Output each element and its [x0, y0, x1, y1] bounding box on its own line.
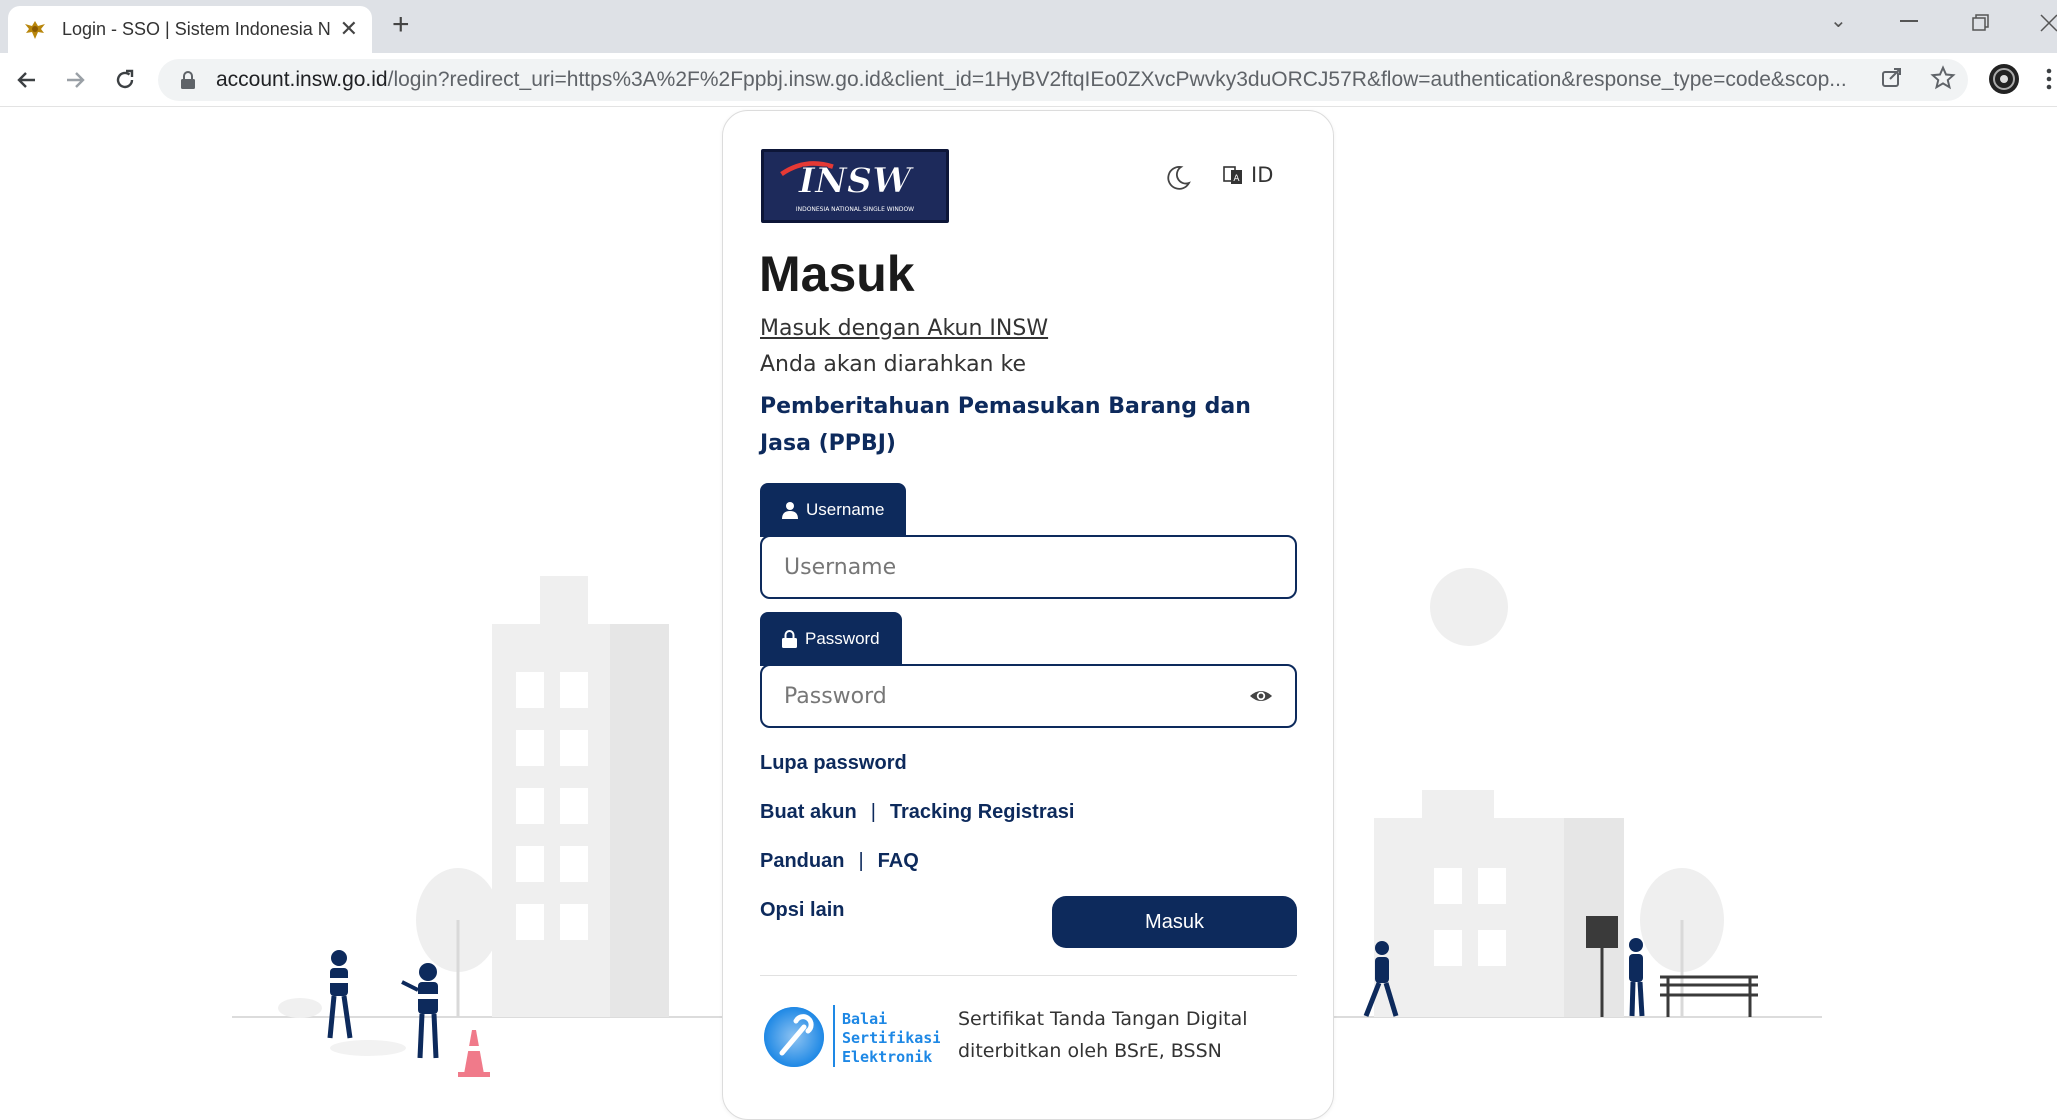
bsre-logo: Balai Sertifikasi Elektronik: [764, 1005, 940, 1067]
language-code: ID: [1251, 163, 1274, 187]
username-label: Username: [806, 500, 885, 519]
tab-title: Login - SSO | Sistem Indonesia N: [62, 19, 330, 39]
svg-text:Sertifikasi: Sertifikasi: [842, 1029, 940, 1047]
separator: |: [858, 850, 864, 872]
url-host: account.insw.go.id: [216, 68, 388, 91]
worker-figure-left: [327, 950, 353, 1039]
create-account-link[interactable]: Buat akun: [760, 801, 857, 823]
menu-kebab-icon[interactable]: [2046, 67, 2052, 95]
minimize-icon[interactable]: [1900, 20, 1918, 24]
show-password-eye-icon[interactable]: [1249, 684, 1273, 708]
login-submit-button[interactable]: Masuk: [1052, 896, 1297, 948]
right-building: [1374, 790, 1624, 1017]
username-input[interactable]: [784, 554, 1273, 580]
reload-icon[interactable]: [110, 65, 140, 95]
certificate-line-2: diterbitkan oleh BSrE, BSSN: [958, 1040, 1222, 1062]
browser-tab[interactable]: Login - SSO | Sistem Indonesia N ✕: [8, 6, 372, 53]
other-options-row: Opsi lain: [760, 899, 844, 922]
password-input[interactable]: [784, 683, 1249, 709]
address-bar[interactable]: account.insw.go.id/login?redirect_uri=ht…: [158, 59, 1968, 101]
translate-icon: A: [1223, 166, 1242, 184]
url-path: /login?redirect_uri=https%3A%2F%2Fppbj.i…: [387, 68, 1847, 91]
sun-circle: [1430, 568, 1508, 646]
standing-person: [1629, 938, 1645, 1017]
guide-link[interactable]: Panduan: [760, 850, 844, 872]
traffic-cone: [458, 1030, 490, 1077]
svg-text:A: A: [1233, 174, 1240, 184]
login-card: INSW INDONESIA NATIONAL SINGLE WINDOW A …: [722, 110, 1334, 1120]
svg-text:INSW: INSW: [798, 160, 915, 201]
share-icon[interactable]: [1880, 65, 1904, 93]
password-label-tab: Password: [760, 612, 902, 666]
back-arrow-icon[interactable]: [12, 65, 42, 95]
redirect-text: Anda akan diarahkan ke: [760, 352, 1026, 377]
language-switcher[interactable]: A ID: [1223, 163, 1273, 187]
page-title: Masuk: [759, 246, 915, 302]
garuda-favicon-icon: [25, 20, 45, 39]
username-field[interactable]: [760, 535, 1297, 599]
left-building: [492, 576, 669, 1017]
other-options-link[interactable]: Opsi lain: [760, 899, 844, 921]
svg-text:Balai: Balai: [842, 1010, 887, 1028]
password-label: Password: [805, 629, 880, 648]
svg-text:INDONESIA NATIONAL SINGLE WIND: INDONESIA NATIONAL SINGLE WINDOW: [796, 206, 914, 213]
browser-toolbar: account.insw.go.id/login?redirect_uri=ht…: [0, 53, 2057, 107]
forgot-password-row: Lupa password: [760, 752, 907, 775]
certificate-line-1: Sertifikat Tanda Tangan Digital: [958, 1008, 1248, 1030]
restore-icon[interactable]: [1972, 14, 1990, 32]
profile-avatar[interactable]: [1988, 63, 2020, 99]
worker-figure-right: [401, 963, 439, 1059]
bookmark-star-icon[interactable]: [1930, 65, 1956, 95]
username-label-tab: Username: [760, 483, 907, 537]
svg-text:Elektronik: Elektronik: [842, 1048, 932, 1066]
browser-tab-bar: Login - SSO | Sistem Indonesia N ✕ + ⌄: [0, 0, 2057, 53]
dark-mode-moon-icon[interactable]: [1163, 163, 1193, 193]
tab-search-chevron-icon[interactable]: ⌄: [1830, 8, 1847, 33]
insw-account-link[interactable]: Masuk dengan Akun INSW: [760, 316, 1048, 341]
target-app-name: Pemberitahuan Pemasukan Barang dan Jasa …: [760, 394, 1251, 456]
tracking-registration-link[interactable]: Tracking Registrasi: [890, 801, 1075, 823]
forgot-password-link[interactable]: Lupa password: [760, 752, 907, 774]
lock-icon[interactable]: [180, 71, 196, 89]
separator: |: [870, 801, 876, 823]
url-text[interactable]: account.insw.go.id/login?redirect_uri=ht…: [216, 68, 1916, 92]
help-links-row: Panduan | FAQ: [760, 850, 919, 873]
password-field[interactable]: [760, 664, 1297, 728]
tab-close-icon[interactable]: ✕: [340, 18, 358, 41]
window-close-icon[interactable]: [2040, 14, 2057, 32]
park-bench: [1660, 975, 1758, 1017]
user-icon: [782, 502, 798, 519]
forward-arrow-icon[interactable]: [60, 65, 90, 95]
account-links-row: Buat akun | Tracking Registrasi: [760, 801, 1074, 824]
faq-link[interactable]: FAQ: [878, 850, 919, 872]
certificate-info: Sertifikat Tanda Tangan Digital diterbit…: [958, 1003, 1248, 1067]
insw-logo: INSW INDONESIA NATIONAL SINGLE WINDOW: [761, 149, 949, 223]
footer-divider: [760, 975, 1297, 976]
padlock-icon: [782, 630, 797, 648]
new-tab-button[interactable]: +: [392, 10, 410, 40]
